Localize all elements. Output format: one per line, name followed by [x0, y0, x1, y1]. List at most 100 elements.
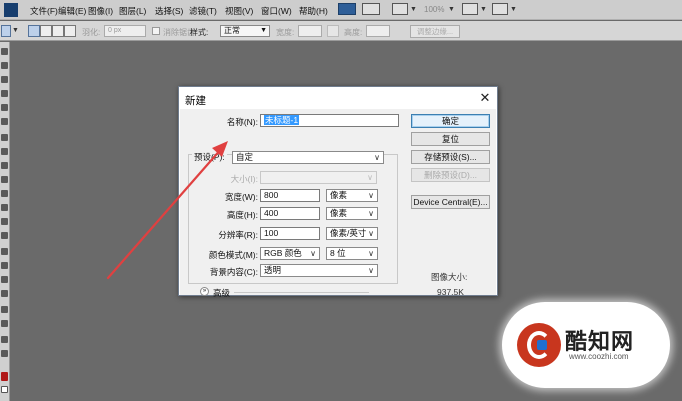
width-input[interactable]	[298, 25, 322, 37]
new-selection-icon[interactable]	[28, 25, 40, 37]
width-input[interactable]: 800	[260, 189, 320, 202]
dodge-tool-icon[interactable]	[1, 232, 8, 239]
color-mode-label: 颜色模式(M):	[208, 250, 258, 260]
move-tool-icon[interactable]	[1, 48, 8, 55]
style-select[interactable]: 正常 ▼	[220, 25, 270, 37]
color-mode-select[interactable]: RGB 颜色 ∨	[260, 247, 320, 260]
pen-tool-icon[interactable]	[1, 248, 8, 255]
chevron-down-icon: ∨	[374, 153, 380, 162]
width-label: 宽度:	[276, 28, 295, 37]
crop-tool-icon[interactable]	[1, 104, 8, 111]
mini-bridge-icon[interactable]	[362, 3, 380, 15]
menu-view[interactable]: 视图(V)	[225, 5, 253, 17]
ok-button[interactable]: 确定	[411, 114, 490, 128]
gradient-tool-icon[interactable]	[1, 204, 8, 211]
type-tool-icon[interactable]	[1, 262, 8, 269]
size-label: 大小(I):	[230, 174, 258, 184]
close-icon[interactable]: ✕	[477, 90, 493, 106]
preset-select-value: 自定	[236, 152, 254, 162]
menu-edit[interactable]: 编辑(E)	[58, 5, 86, 17]
healing-brush-tool-icon[interactable]	[1, 134, 8, 141]
quick-select-tool-icon[interactable]	[1, 90, 8, 97]
chevron-down-icon: ∨	[368, 191, 374, 200]
antialias-checkbox[interactable]	[152, 27, 160, 35]
chevron-down-icon[interactable]: ▼	[410, 6, 417, 13]
marquee-tool-icon[interactable]	[1, 25, 11, 37]
dialog-title: 新建	[185, 95, 206, 107]
add-selection-icon[interactable]	[40, 25, 52, 37]
resolution-unit-value: 像素/英寸	[330, 228, 367, 238]
chevron-down-icon[interactable]: ▼	[480, 6, 487, 13]
name-input[interactable]: 未标题-1	[260, 114, 399, 127]
chevron-down-icon[interactable]: ▼	[12, 27, 19, 34]
resolution-input[interactable]: 100	[260, 227, 320, 240]
hand-tool-icon[interactable]	[1, 336, 8, 343]
bridge-icon[interactable]	[338, 3, 356, 15]
height-label: 高度(H):	[226, 210, 258, 220]
3d-camera-tool-icon[interactable]	[1, 320, 8, 327]
feather-input[interactable]: 0 px	[104, 25, 146, 37]
chevron-down-icon: ▼	[260, 27, 267, 34]
intersect-selection-icon[interactable]	[64, 25, 76, 37]
menu-file[interactable]: 文件(F)	[30, 5, 58, 17]
menu-help[interactable]: 帮助(H)	[299, 5, 328, 17]
chevron-down-icon: ∨	[368, 229, 374, 238]
preset-select[interactable]: 自定 ∨	[232, 151, 384, 164]
style-select-value: 正常	[224, 26, 240, 35]
background-value: 透明	[264, 265, 282, 275]
zoom-level[interactable]: 100%	[424, 5, 444, 14]
refine-edge-button[interactable]: 调整边缘...	[410, 25, 460, 38]
clone-stamp-tool-icon[interactable]	[1, 162, 8, 169]
chevron-down-icon[interactable]: ▼	[510, 6, 517, 13]
history-brush-tool-icon[interactable]	[1, 176, 8, 183]
menu-select[interactable]: 选择(S)	[155, 5, 183, 17]
background-color-swatch[interactable]	[1, 386, 8, 393]
bit-depth-select[interactable]: 8 位 ∨	[326, 247, 378, 260]
watermark: 酷知网 www.coozhi.com	[505, 305, 667, 385]
menu-layer[interactable]: 图层(L)	[119, 5, 146, 17]
chevron-down-icon: ∨	[368, 209, 374, 218]
save-preset-button[interactable]: 存储预设(S)...	[411, 150, 490, 164]
swap-icon[interactable]	[327, 25, 339, 37]
chevron-down-icon[interactable]: ▼	[448, 6, 455, 13]
menu-image[interactable]: 图像(I)	[88, 5, 113, 17]
background-select[interactable]: 透明 ∨	[260, 264, 378, 277]
lasso-tool-icon[interactable]	[1, 76, 8, 83]
size-select[interactable]: ∨	[260, 171, 377, 184]
device-central-button[interactable]: Device Central(E)...	[411, 195, 490, 209]
menubar: 文件(F) 编辑(E) 图像(I) 图层(L) 选择(S) 滤镜(T) 视图(V…	[0, 0, 682, 20]
menu-window[interactable]: 窗口(W)	[261, 5, 292, 17]
blur-tool-icon[interactable]	[1, 218, 8, 225]
height-unit-select[interactable]: 像素 ∨	[326, 207, 378, 220]
brush-tool-icon[interactable]	[1, 148, 8, 155]
3d-rotate-tool-icon[interactable]	[1, 306, 8, 313]
menu-filter[interactable]: 滤镜(T)	[189, 5, 217, 17]
resolution-label: 分辨率(R):	[218, 230, 258, 240]
reset-button[interactable]: 复位	[411, 132, 490, 146]
height-unit-value: 像素	[330, 208, 348, 218]
view-extras-icon[interactable]	[392, 3, 408, 15]
width-unit-select[interactable]: 像素 ∨	[326, 189, 378, 202]
advanced-toggle-icon[interactable]: »	[200, 287, 209, 296]
eraser-tool-icon[interactable]	[1, 190, 8, 197]
chevron-down-icon: ∨	[368, 249, 374, 258]
delete-preset-button[interactable]: 删除预设(D)...	[411, 168, 490, 182]
arrange-documents-icon[interactable]	[462, 3, 478, 15]
coozhi-logo	[517, 323, 561, 367]
path-select-tool-icon[interactable]	[1, 276, 8, 283]
screen-mode-icon[interactable]	[492, 3, 508, 15]
height-input[interactable]	[366, 25, 390, 37]
marquee-tool-icon[interactable]	[1, 62, 8, 69]
bit-depth-value: 8 位	[330, 248, 346, 258]
zoom-tool-icon[interactable]	[1, 350, 8, 357]
photoshop-logo	[4, 3, 18, 17]
image-size-label: 图像大小:	[431, 272, 468, 282]
shape-tool-icon[interactable]	[1, 290, 8, 297]
style-label: 样式:	[190, 28, 209, 37]
height-input[interactable]: 400	[260, 207, 320, 220]
eyedropper-tool-icon[interactable]	[1, 118, 8, 125]
width-label: 宽度(W):	[224, 192, 258, 202]
foreground-color-swatch[interactable]	[1, 372, 8, 381]
subtract-selection-icon[interactable]	[52, 25, 64, 37]
resolution-unit-select[interactable]: 像素/英寸 ∨	[326, 227, 378, 240]
